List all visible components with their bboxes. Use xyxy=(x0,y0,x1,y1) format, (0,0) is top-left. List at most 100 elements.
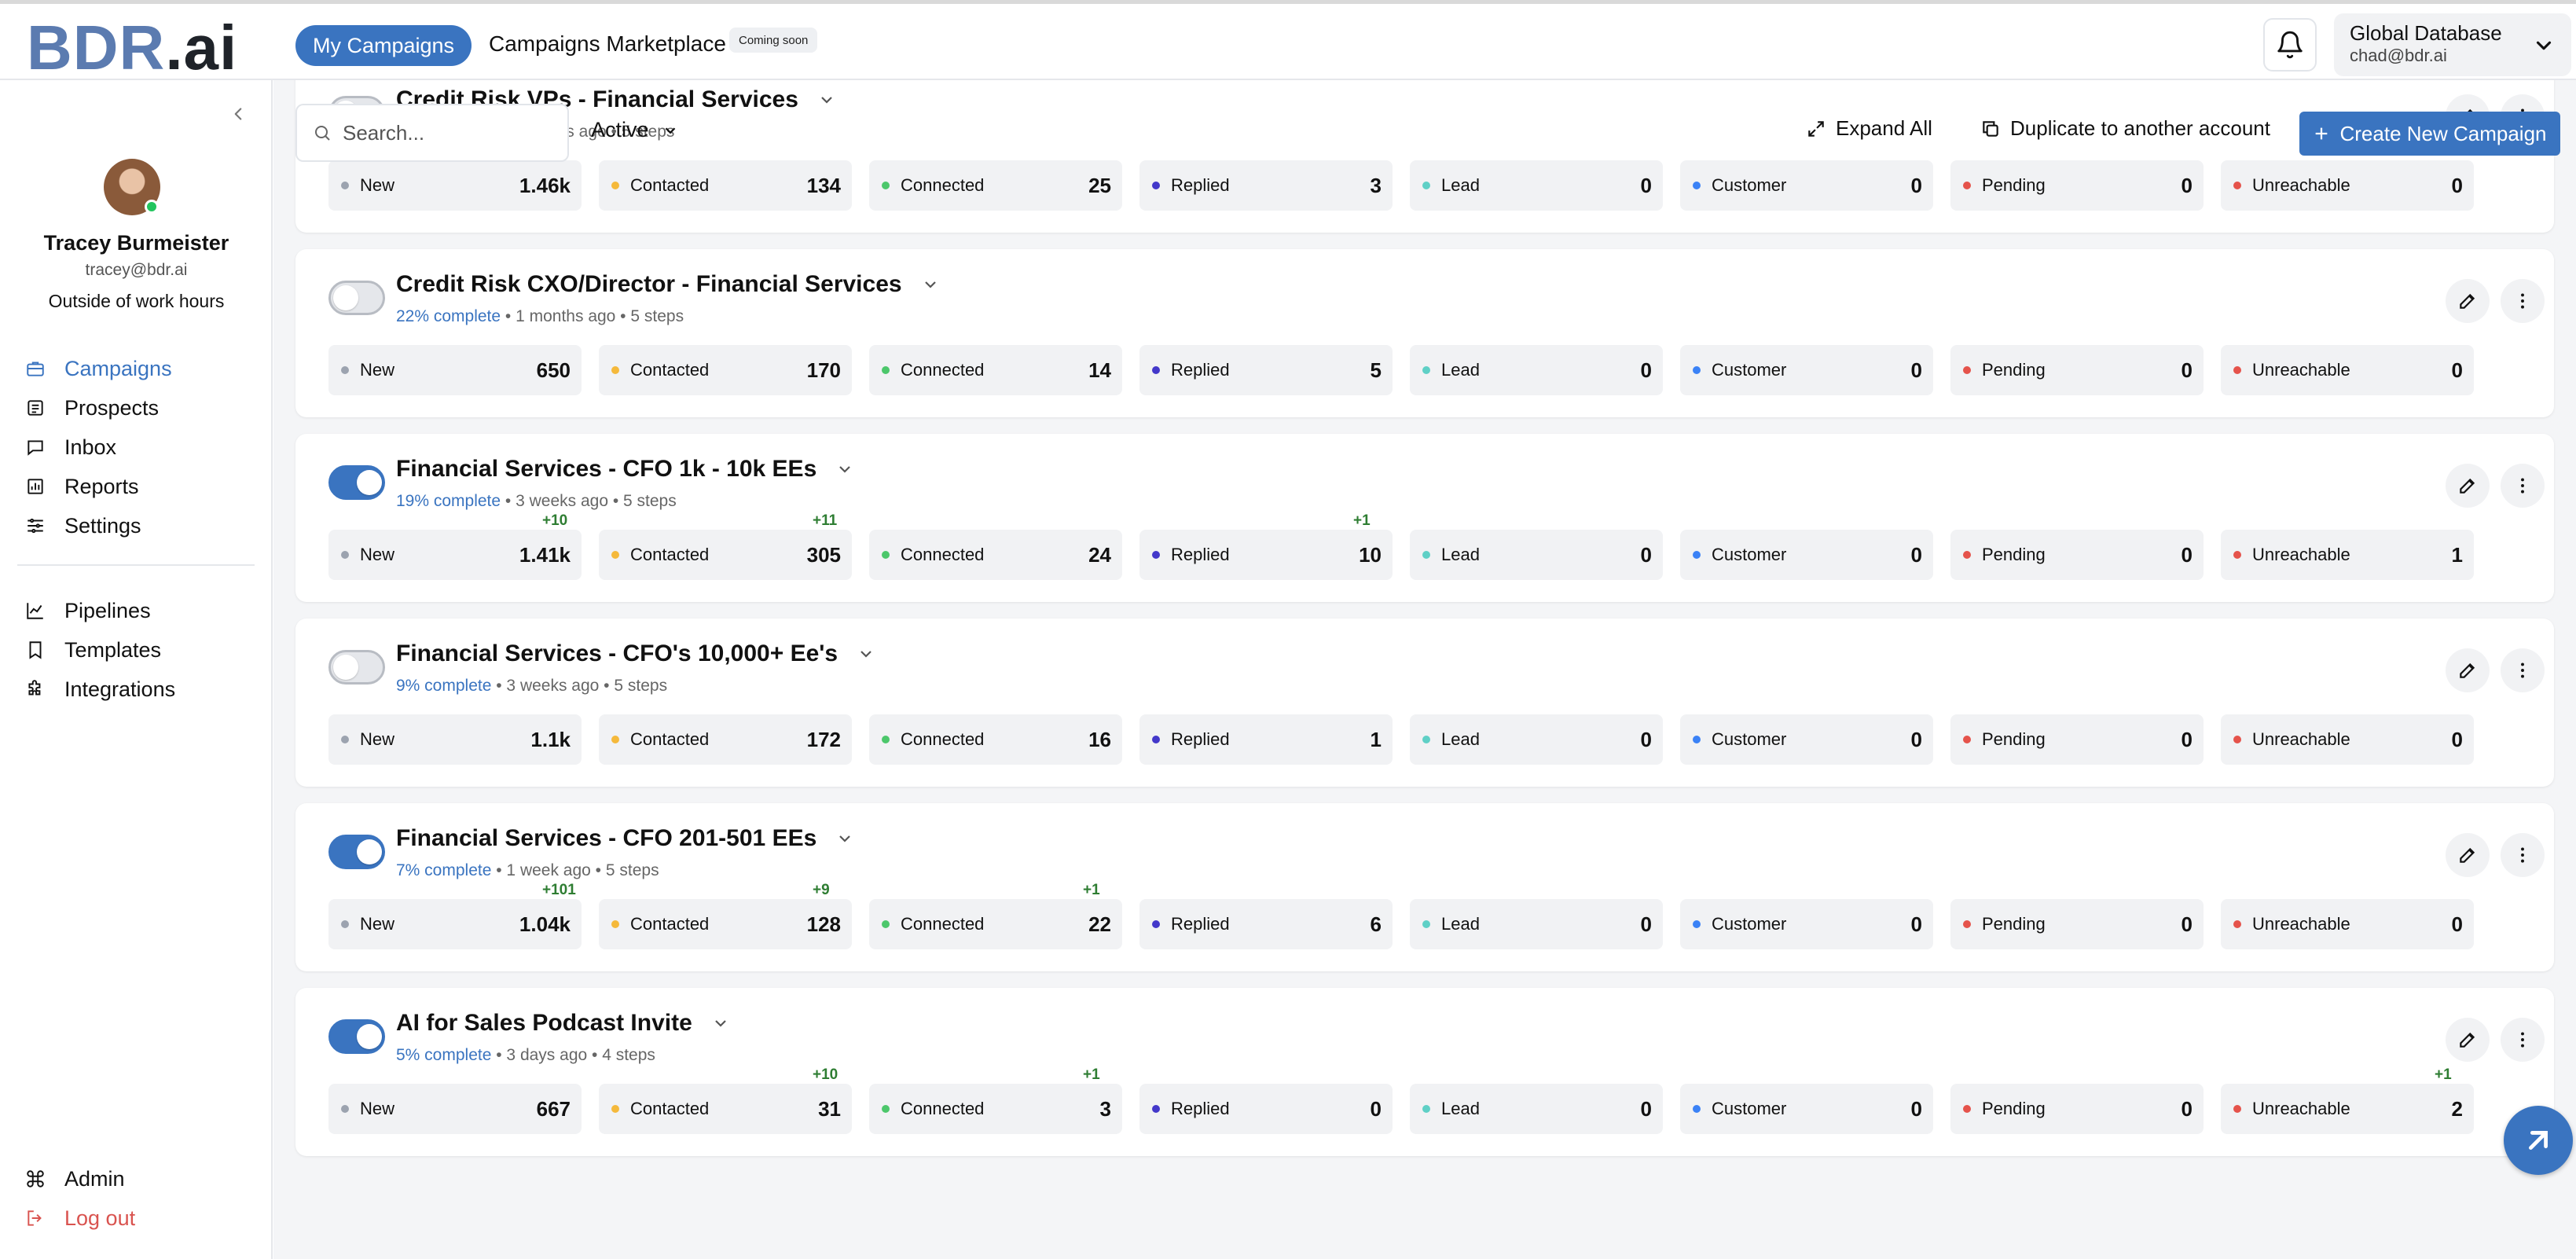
stat-unreachable[interactable]: Unreachable 0 xyxy=(2221,714,2474,765)
stat-value: 5 xyxy=(1370,358,1382,382)
campaign-active-toggle[interactable] xyxy=(328,281,385,315)
help-launcher-button[interactable] xyxy=(2504,1106,2573,1175)
stat-replied[interactable]: Replied 6 xyxy=(1139,899,1393,949)
campaign-active-toggle[interactable] xyxy=(328,650,385,685)
edit-campaign-button[interactable] xyxy=(2446,464,2490,508)
duplicate-button[interactable]: Duplicate to another account xyxy=(1980,116,2270,141)
stat-new[interactable]: New 1.1k xyxy=(328,714,582,765)
campaign-active-toggle[interactable] xyxy=(328,835,385,869)
stat-pending[interactable]: Pending 0 xyxy=(1950,899,2204,949)
chevron-down-icon[interactable] xyxy=(835,829,854,848)
campaign-more-button[interactable] xyxy=(2501,833,2545,877)
stat-unreachable[interactable]: Unreachable 0 xyxy=(2221,899,2474,949)
campaign-title[interactable]: Financial Services - CFO 1k - 10k EEs xyxy=(396,456,854,483)
sidebar-item-prospects[interactable]: Prospects xyxy=(25,392,159,424)
stat-value: 0 xyxy=(2181,912,2193,936)
stat-customer[interactable]: Customer 0 xyxy=(1680,345,1933,395)
stat-pending[interactable]: Pending 0 xyxy=(1950,714,2204,765)
online-status-dot xyxy=(145,200,159,214)
stat-replied[interactable]: Replied 5 xyxy=(1139,345,1393,395)
campaign-title[interactable]: Financial Services - CFO's 10,000+ Ee's xyxy=(396,641,875,667)
campaign-active-toggle[interactable] xyxy=(328,465,385,500)
stat-lead[interactable]: Lead 0 xyxy=(1410,1084,1663,1134)
sidebar-item-admin[interactable]: Admin xyxy=(25,1163,125,1195)
stat-connected[interactable]: Connected 24 xyxy=(869,530,1122,580)
stat-pending[interactable]: Pending 0 xyxy=(1950,345,2204,395)
campaign-more-button[interactable] xyxy=(2501,648,2545,692)
status-dot xyxy=(1152,182,1160,189)
campaign-more-button[interactable] xyxy=(2501,1018,2545,1062)
tab-my-campaigns[interactable]: My Campaigns xyxy=(295,25,472,66)
stat-customer[interactable]: Customer 0 xyxy=(1680,1084,1933,1134)
account-switcher[interactable]: Global Database chad@bdr.ai xyxy=(2334,13,2571,76)
campaign-more-button[interactable] xyxy=(2501,279,2545,323)
stat-connected[interactable]: Connected 16 xyxy=(869,714,1122,765)
notifications-button[interactable] xyxy=(2263,18,2317,72)
stat-replied[interactable]: Replied 0 xyxy=(1139,1084,1393,1134)
chevron-down-icon[interactable] xyxy=(711,1014,730,1033)
logout-button[interactable]: Log out xyxy=(25,1202,135,1234)
stat-customer[interactable]: Customer 0 xyxy=(1680,899,1933,949)
stat-contacted[interactable]: Contacted 305 xyxy=(599,530,852,580)
stat-connected[interactable]: Connected 14 xyxy=(869,345,1122,395)
stat-lead[interactable]: Lead 0 xyxy=(1410,345,1663,395)
edit-campaign-button[interactable] xyxy=(2446,833,2490,877)
chevron-down-icon[interactable] xyxy=(921,275,940,294)
stat-value: 16 xyxy=(1088,727,1111,751)
stat-contacted[interactable]: Contacted 170 xyxy=(599,345,852,395)
sidebar-item-settings[interactable]: Settings xyxy=(25,510,141,541)
stat-replied[interactable]: Replied 10 xyxy=(1139,530,1393,580)
stat-pending[interactable]: Pending 0 xyxy=(1950,530,2204,580)
stat-new[interactable]: New 650 xyxy=(328,345,582,395)
app-logo[interactable]: BDR.ai xyxy=(27,12,237,84)
edit-campaign-button[interactable] xyxy=(2446,648,2490,692)
campaign-active-toggle[interactable] xyxy=(328,1019,385,1054)
stat-new[interactable]: New 667 xyxy=(328,1084,582,1134)
expand-all-button[interactable]: Expand All xyxy=(1806,116,1932,141)
campaign-title[interactable]: Financial Services - CFO 201-501 EEs xyxy=(396,825,854,852)
stat-new[interactable]: New 1.04k xyxy=(328,899,582,949)
stat-contacted[interactable]: Contacted 128 xyxy=(599,899,852,949)
stat-unreachable[interactable]: Unreachable 0 xyxy=(2221,345,2474,395)
chevron-down-icon[interactable] xyxy=(857,644,875,663)
stat-connected[interactable]: Connected 3 xyxy=(869,1084,1122,1134)
campaign-title[interactable]: Credit Risk CXO/Director - Financial Ser… xyxy=(396,271,940,298)
sidebar-item-pipelines[interactable]: Pipelines xyxy=(25,595,151,626)
stat-value: 31 xyxy=(818,1096,841,1121)
stat-contacted[interactable]: Contacted 172 xyxy=(599,714,852,765)
stat-value: 128 xyxy=(806,912,841,936)
sidebar-item-campaigns[interactable]: Campaigns xyxy=(25,353,172,384)
stat-delta-badge: +10 xyxy=(813,1066,838,1083)
stat-new[interactable]: New 1.41k xyxy=(328,530,582,580)
stat-lead[interactable]: Lead 0 xyxy=(1410,530,1663,580)
sidebar-item-templates[interactable]: Templates xyxy=(25,634,161,666)
stat-label: Lead xyxy=(1441,360,1480,380)
stat-unreachable[interactable]: Unreachable 2 xyxy=(2221,1084,2474,1134)
stat-customer[interactable]: Customer 0 xyxy=(1680,530,1933,580)
more-vertical-icon xyxy=(2521,663,2524,678)
campaign-more-button[interactable] xyxy=(2501,464,2545,508)
stat-replied[interactable]: Replied 1 xyxy=(1139,714,1393,765)
chevron-left-icon[interactable] xyxy=(228,104,248,124)
campaign-title[interactable]: AI for Sales Podcast Invite xyxy=(396,1010,730,1037)
stat-connected[interactable]: Connected 22 xyxy=(869,899,1122,949)
status-dot xyxy=(1422,920,1430,928)
stat-customer[interactable]: Customer 0 xyxy=(1680,714,1933,765)
stat-unreachable[interactable]: Unreachable 1 xyxy=(2221,530,2474,580)
create-campaign-button[interactable]: Create New Campaign xyxy=(2299,112,2560,156)
edit-campaign-button[interactable] xyxy=(2446,1018,2490,1062)
campaign-age-steps: • 1 week ago • 5 steps xyxy=(491,861,659,879)
sidebar-item-inbox[interactable]: Inbox xyxy=(25,431,116,463)
search-box[interactable] xyxy=(295,104,569,162)
chevron-down-icon[interactable] xyxy=(835,460,854,479)
stat-lead[interactable]: Lead 0 xyxy=(1410,899,1663,949)
stat-contacted[interactable]: Contacted 31 xyxy=(599,1084,852,1134)
search-input[interactable] xyxy=(343,120,563,145)
sidebar-item-integrations[interactable]: Integrations xyxy=(25,674,175,705)
edit-campaign-button[interactable] xyxy=(2446,279,2490,323)
stat-pending[interactable]: Pending 0 xyxy=(1950,1084,2204,1134)
tab-campaigns-marketplace[interactable]: Campaigns Marketplace xyxy=(489,31,726,57)
sidebar-item-reports[interactable]: Reports xyxy=(25,471,139,502)
stat-lead[interactable]: Lead 0 xyxy=(1410,714,1663,765)
status-filter-dropdown[interactable]: Active xyxy=(591,118,679,142)
